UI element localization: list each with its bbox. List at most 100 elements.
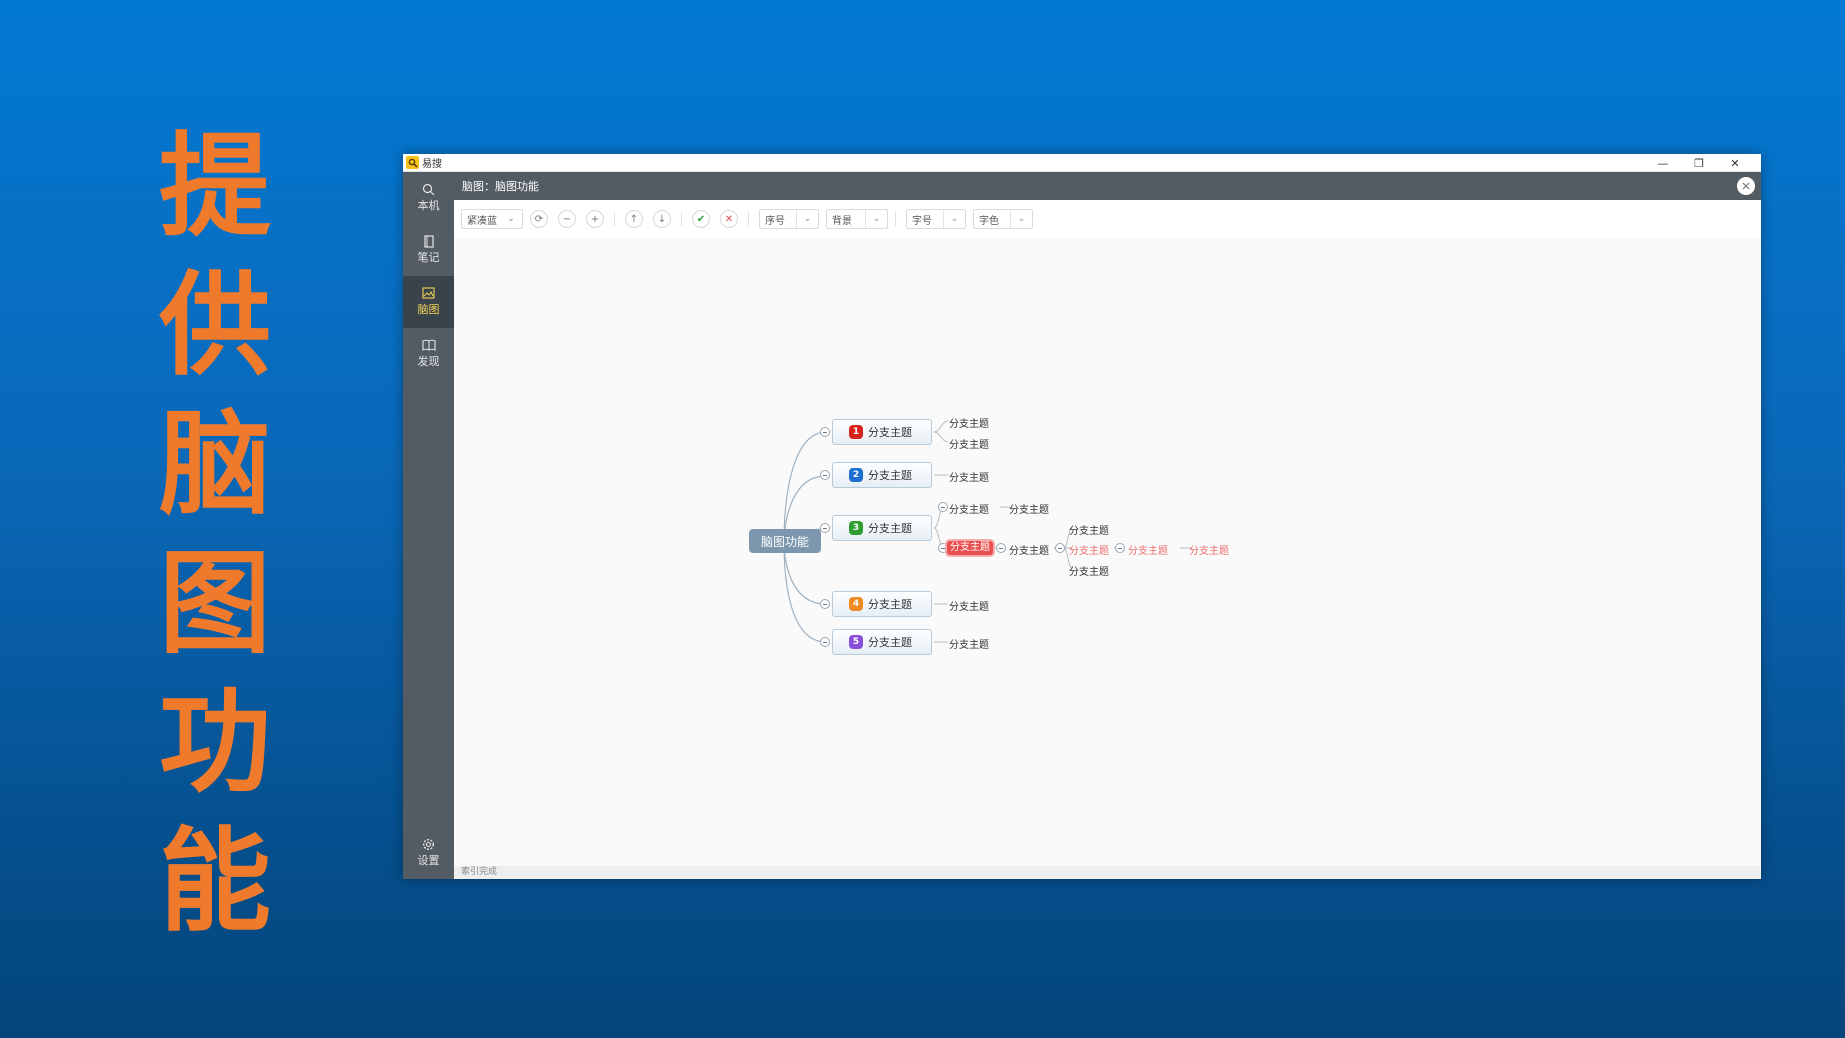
status-text: 索引完成	[461, 867, 498, 877]
slide-title-char: 图	[159, 539, 271, 669]
book-icon	[421, 339, 436, 354]
restore-button[interactable]: ❐	[1681, 154, 1717, 172]
dropdown-label: 序号	[765, 215, 785, 227]
window-controls: — ❐ ✕	[1645, 154, 1753, 172]
branch-label: 分支主题	[868, 426, 912, 439]
minimize-button[interactable]: —	[1645, 154, 1681, 172]
toolbar-divider	[748, 212, 749, 226]
mindmap-root[interactable]: 脑图功能	[749, 529, 821, 553]
status-bar: 索引完成	[454, 866, 1761, 879]
collapse-toggle[interactable]	[938, 502, 948, 512]
app-name: 易搜	[422, 159, 442, 170]
mindmap-leaf[interactable]: 分支主题	[1009, 501, 1049, 516]
refresh-icon[interactable]: ⟳	[530, 210, 548, 228]
collapse-toggle[interactable]	[1055, 543, 1065, 553]
collapse-toggle[interactable]	[820, 637, 830, 647]
collapse-toggle[interactable]	[820, 470, 830, 480]
mindmap-leaf[interactable]: 分支主题	[1069, 522, 1109, 537]
dropdown-label: 字号	[912, 215, 932, 227]
layout-select[interactable]: 紧凑蓝 ⌄	[461, 209, 523, 229]
mindmap-leaf[interactable]: 分支主题	[949, 598, 989, 613]
collapse-toggle[interactable]	[820, 427, 830, 437]
mindmap-canvas[interactable]: 脑图功能 1 分支主题 2 分支主题 3 分支主题 4 分支主题 5 分支主题 …	[454, 238, 1761, 866]
sidebar-item-label: 脑图	[417, 303, 440, 316]
mindmap-leaf[interactable]: 分支主题	[949, 469, 989, 484]
sidebar: 本机 笔记 脑图 发现 设置	[403, 172, 454, 879]
slide-title: 提 供 脑 图 功 能	[150, 118, 280, 952]
mindmap-leaf[interactable]: 分支主题	[1128, 542, 1168, 557]
chevron-down-icon: ⌄	[796, 210, 818, 228]
number-badge-icon: 3	[849, 521, 863, 535]
close-icon[interactable]	[1737, 177, 1755, 195]
mindmap-branch[interactable]: 5 分支主题	[832, 629, 932, 655]
mindmap-branch[interactable]: 4 分支主题	[832, 591, 932, 617]
sidebar-item-settings[interactable]: 设置	[403, 827, 454, 879]
content-header: 脑图：脑图功能	[454, 172, 1761, 200]
move-up-icon[interactable]: ↑	[625, 210, 643, 228]
number-badge-icon: 5	[849, 635, 863, 649]
selected-node[interactable]: 分支主题	[947, 541, 993, 555]
slide-title-char: 提	[159, 122, 271, 252]
mindmap-leaf[interactable]: 分支主题	[1069, 542, 1109, 557]
window-titlebar[interactable]: 易搜 — ❐ ✕	[403, 154, 1761, 172]
move-down-icon[interactable]: ↓	[653, 210, 671, 228]
mindmap-leaf[interactable]: 分支主题	[1069, 563, 1109, 578]
dropdown-label: 字色	[979, 215, 999, 227]
sidebar-item-label: 发现	[417, 355, 440, 368]
slide-title-char: 供	[159, 261, 271, 391]
branch-label: 分支主题	[868, 636, 912, 649]
app-window: 易搜 — ❐ ✕ 本机 笔记 脑图 发现 设置 脑图：脑图功能 紧凑蓝 ⌄ ⟳ …	[403, 154, 1761, 879]
sidebar-item-notes[interactable]: 笔记	[403, 224, 454, 276]
background-dropdown[interactable]: 背景 ⌄	[826, 209, 888, 229]
mindmap-leaf[interactable]: 分支主题	[949, 415, 989, 430]
search-icon	[422, 183, 435, 198]
number-badge-icon: 2	[849, 468, 863, 482]
number-badge-icon: 4	[849, 597, 863, 611]
branch-label: 分支主题	[868, 598, 912, 611]
mindmap-leaf[interactable]: 分支主题	[949, 636, 989, 651]
chevron-down-icon: ⌄	[865, 210, 887, 228]
sidebar-item-label: 笔记	[417, 251, 440, 264]
slide-title-char: 功	[159, 678, 271, 808]
gear-icon	[422, 838, 435, 853]
chevron-down-icon: ⌄	[943, 210, 965, 228]
toolbar-divider	[895, 212, 896, 226]
collapse-toggle[interactable]	[820, 523, 830, 533]
app-logo-icon	[406, 156, 419, 169]
branch-label: 分支主题	[868, 522, 912, 535]
collapse-toggle[interactable]	[1115, 543, 1125, 553]
slide-title-char: 能	[159, 817, 271, 947]
zoom-out-icon[interactable]: −	[558, 210, 576, 228]
mindmap-leaf[interactable]: 分支主题	[1009, 542, 1049, 557]
sidebar-item-label: 设置	[417, 854, 440, 867]
delete-icon[interactable]: ✕	[720, 210, 738, 228]
chevron-down-icon: ⌄	[507, 214, 515, 224]
slide-title-char: 脑	[159, 400, 271, 530]
font-size-dropdown[interactable]: 字号 ⌄	[906, 209, 966, 229]
zoom-in-icon[interactable]: +	[586, 210, 604, 228]
mindmap-branch[interactable]: 1 分支主题	[832, 419, 932, 445]
mindmap-branch[interactable]: 2 分支主题	[832, 462, 932, 488]
mindmap-leaf[interactable]: 分支主题	[949, 501, 989, 516]
branch-label: 分支主题	[868, 469, 912, 482]
page-title: 脑图：脑图功能	[462, 180, 539, 193]
sidebar-item-local[interactable]: 本机	[403, 172, 454, 224]
check-icon[interactable]: ✔	[692, 210, 710, 228]
sidebar-item-discover[interactable]: 发现	[403, 328, 454, 380]
mindmap-leaf[interactable]: 分支主题	[1189, 542, 1229, 557]
toolbar-divider	[681, 212, 682, 226]
sidebar-item-mindmap[interactable]: 脑图	[403, 276, 454, 328]
chevron-down-icon: ⌄	[1010, 210, 1032, 228]
mindmap-leaf[interactable]: 分支主题	[949, 436, 989, 451]
collapse-toggle[interactable]	[996, 543, 1006, 553]
collapse-toggle[interactable]	[820, 599, 830, 609]
toolbar-divider	[614, 212, 615, 226]
font-color-dropdown[interactable]: 字色 ⌄	[973, 209, 1033, 229]
toolbar: 紧凑蓝 ⌄ ⟳ − + ↑ ↓ ✔ ✕ 序号 ⌄ 背景 ⌄ 字号 ⌄ 字色 ⌄	[454, 200, 1761, 238]
sidebar-item-label: 本机	[417, 199, 440, 212]
mindmap-branch[interactable]: 3 分支主题	[832, 515, 932, 541]
layout-select-value: 紧凑蓝	[467, 215, 497, 227]
dropdown-label: 背景	[832, 215, 852, 227]
close-window-button[interactable]: ✕	[1717, 154, 1753, 172]
number-dropdown[interactable]: 序号 ⌄	[759, 209, 819, 229]
